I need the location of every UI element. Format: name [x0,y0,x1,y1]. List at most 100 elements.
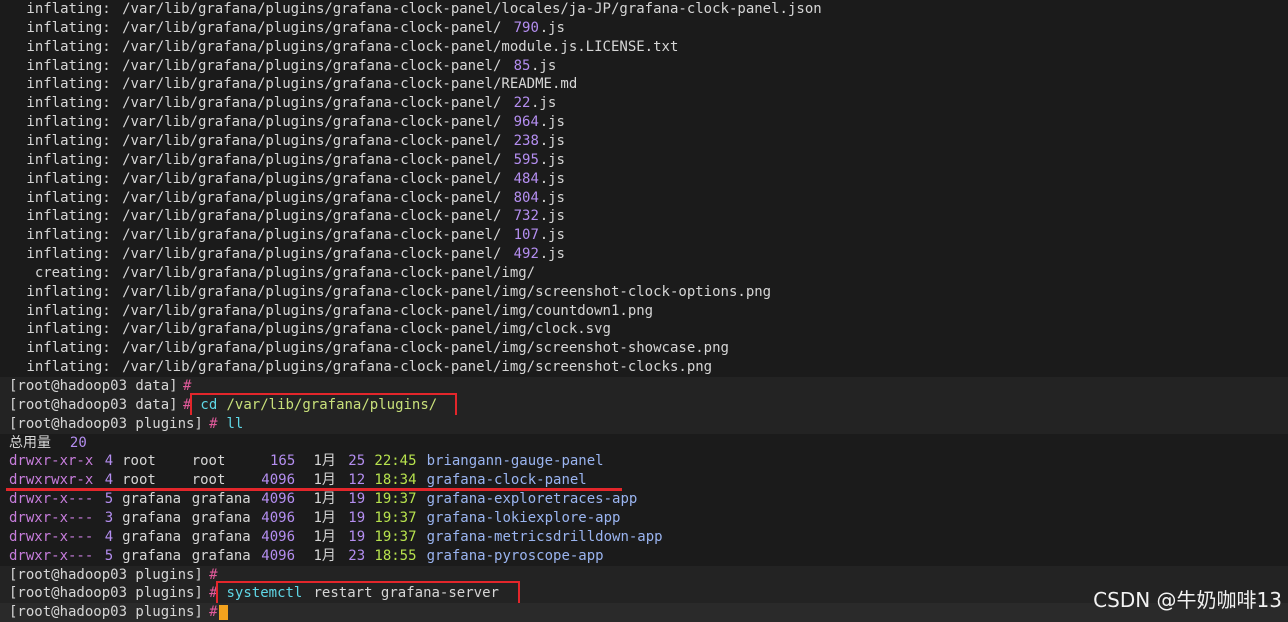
inflate-path: /var/lib/grafana/plugins/grafana-clock-p… [122,321,611,338]
day: 25 [348,453,366,470]
inflate-file-ext: .js [539,246,565,263]
output-line: inflating: /var/lib/grafana/plugins/grafa… [0,339,1288,358]
inflate-file-number: 107 [513,227,539,244]
listing-row: drwxr-x--- 5 grafana grafana 4096 1月 23 18:55 gr… [0,547,1288,566]
month: 1月 [313,509,336,526]
owner: grafana [122,528,182,545]
inflate-verb: inflating: [26,246,111,263]
owner: grafana [122,509,182,526]
inflate-verb: creating: [26,264,111,281]
total-value: 20 [69,434,87,451]
inflate-path: /var/lib/grafana/plugins/grafana-clock-p… [122,38,679,55]
inflate-path: /var/lib/grafana/plugins/grafana-clock-p… [122,19,502,36]
terminal-window[interactable]: inflating: /var/lib/grafana/plugins/grafa… [0,0,1288,622]
listing-row: drwxr-x--- 5 grafana grafana 4096 1月 19 19:37 gr… [0,490,1288,509]
month: 1月 [313,528,336,545]
group: grafana [191,491,251,508]
inflate-file-number: 964 [513,114,539,131]
output-line: inflating: /var/lib/grafana/plugins/grafa… [0,38,1288,57]
output-line: inflating: /var/lib/grafana/plugins/grafa… [0,75,1288,94]
inflate-verb: inflating: [26,170,111,187]
inflate-verb: inflating: [26,19,111,36]
day: 19 [348,528,366,545]
owner: grafana [122,547,182,564]
text-cursor[interactable] [218,605,228,621]
listing-row: drwxr-x--- 4 grafana grafana 4096 1月 19 19:37 gr… [0,528,1288,547]
owner: root [122,453,156,470]
output-line: inflating: /var/lib/grafana/plugins/grafa… [0,302,1288,321]
inflate-verb: inflating: [26,132,111,149]
inflate-verb: inflating: [26,189,111,206]
output-line: inflating: /var/lib/grafana/plugins/grafa… [0,283,1288,302]
inflate-verb: inflating: [26,95,111,112]
inflate-file-ext: .js [539,189,565,206]
owner: grafana [122,491,182,508]
inflate-path: /var/lib/grafana/plugins/grafana-clock-p… [122,114,502,131]
prompt-line: [root@hadoop03 plugins] # [0,565,1288,585]
output-line: inflating: /var/lib/grafana/plugins/grafa… [0,0,1288,19]
inflate-path: /var/lib/grafana/plugins/grafana-clock-p… [122,95,502,112]
shell-prompt: [root@hadoop03 plugins] [9,566,203,583]
directory-name: grafana-metricsdrilldown-app [426,528,663,545]
output-line: inflating: /var/lib/grafana/plugins/grafa… [0,19,1288,38]
file-size: 4096 [261,528,296,545]
link-count: 4 [104,528,114,545]
output-line: inflating: /var/lib/grafana/plugins/grafa… [0,226,1288,245]
inflate-file-ext: .js [531,57,557,74]
inflate-file-number: 804 [513,189,539,206]
permissions: drwxr-x--- [9,547,94,564]
group: grafana [191,528,251,545]
inflate-file-number: 492 [513,246,539,263]
month: 1月 [313,547,336,564]
prompt-line-ll: [root@hadoop03 plugins] # ll [0,414,1288,434]
inflate-file-ext: .js [539,227,565,244]
permissions: drwxr-x--- [9,509,94,526]
inflate-path: /var/lib/grafana/plugins/grafana-clock-p… [122,227,502,244]
mtime: 19:37 [374,491,417,508]
csdn-watermark: CSDN @牛奶咖啡13 [1093,588,1282,612]
inflate-verb: inflating: [26,340,111,357]
listing-row: drwxr-x--- 3 grafana grafana 4096 1月 19 19:37 gr… [0,509,1288,528]
inflate-file-number: 790 [513,19,539,36]
output-line: inflating: /var/lib/grafana/plugins/grafa… [0,113,1288,132]
group: root [191,453,226,470]
inflate-verb: inflating: [26,359,111,376]
inflate-verb: inflating: [26,227,111,244]
shell-prompt: [root@hadoop03 plugins] [9,604,203,621]
permissions: drwxr-xr-x [9,453,94,470]
inflate-verb: inflating: [26,1,111,17]
link-count: 5 [104,491,114,508]
directory-name: briangann-gauge-panel [426,453,604,470]
listing-row: drwxr-xr-x 4 root root 165 1月 25 22:45 briangann… [0,452,1288,471]
mtime: 19:37 [374,509,417,526]
command-ll: ll [226,415,244,432]
inflate-file-number: 238 [513,132,539,149]
shell-prompt: [root@hadoop03 data] [9,378,178,394]
shell-prompt: [root@hadoop03 plugins] [9,585,203,602]
inflate-file-ext: .js [539,151,565,168]
inflate-file-ext: .js [539,114,565,131]
inflate-path: /var/lib/grafana/plugins/grafana-clock-p… [122,264,536,281]
inflate-path: /var/lib/grafana/plugins/grafana-clock-p… [122,132,502,149]
day: 19 [348,491,366,508]
inflate-file-ext: .js [539,19,565,36]
output-line: inflating: /var/lib/grafana/plugins/grafa… [0,245,1288,264]
output-line: creating: /var/lib/grafana/plugins/grafan… [0,264,1288,283]
total-line: 总用量 20 [0,434,1288,453]
inflate-file-number: 85 [513,57,531,74]
inflate-verb: inflating: [26,57,111,74]
permissions: drwxr-x--- [9,528,94,545]
file-size: 4096 [261,491,296,508]
group: grafana [191,547,251,564]
link-count: 4 [104,453,114,470]
shell-prompt: [root@hadoop03 plugins] [9,415,203,432]
output-line: inflating: /var/lib/grafana/plugins/grafa… [0,94,1288,113]
inflate-path: /var/lib/grafana/plugins/grafana-clock-p… [122,359,713,376]
inflate-file-number: 595 [513,151,539,168]
output-line: inflating: /var/lib/grafana/plugins/grafa… [0,320,1288,339]
file-size: 4096 [261,509,296,526]
inflate-verb: inflating: [26,283,111,300]
inflate-path: /var/lib/grafana/plugins/grafana-clock-p… [122,302,654,319]
inflate-path: /var/lib/grafana/plugins/grafana-clock-p… [122,246,502,263]
mtime: 22:45 [374,453,417,470]
